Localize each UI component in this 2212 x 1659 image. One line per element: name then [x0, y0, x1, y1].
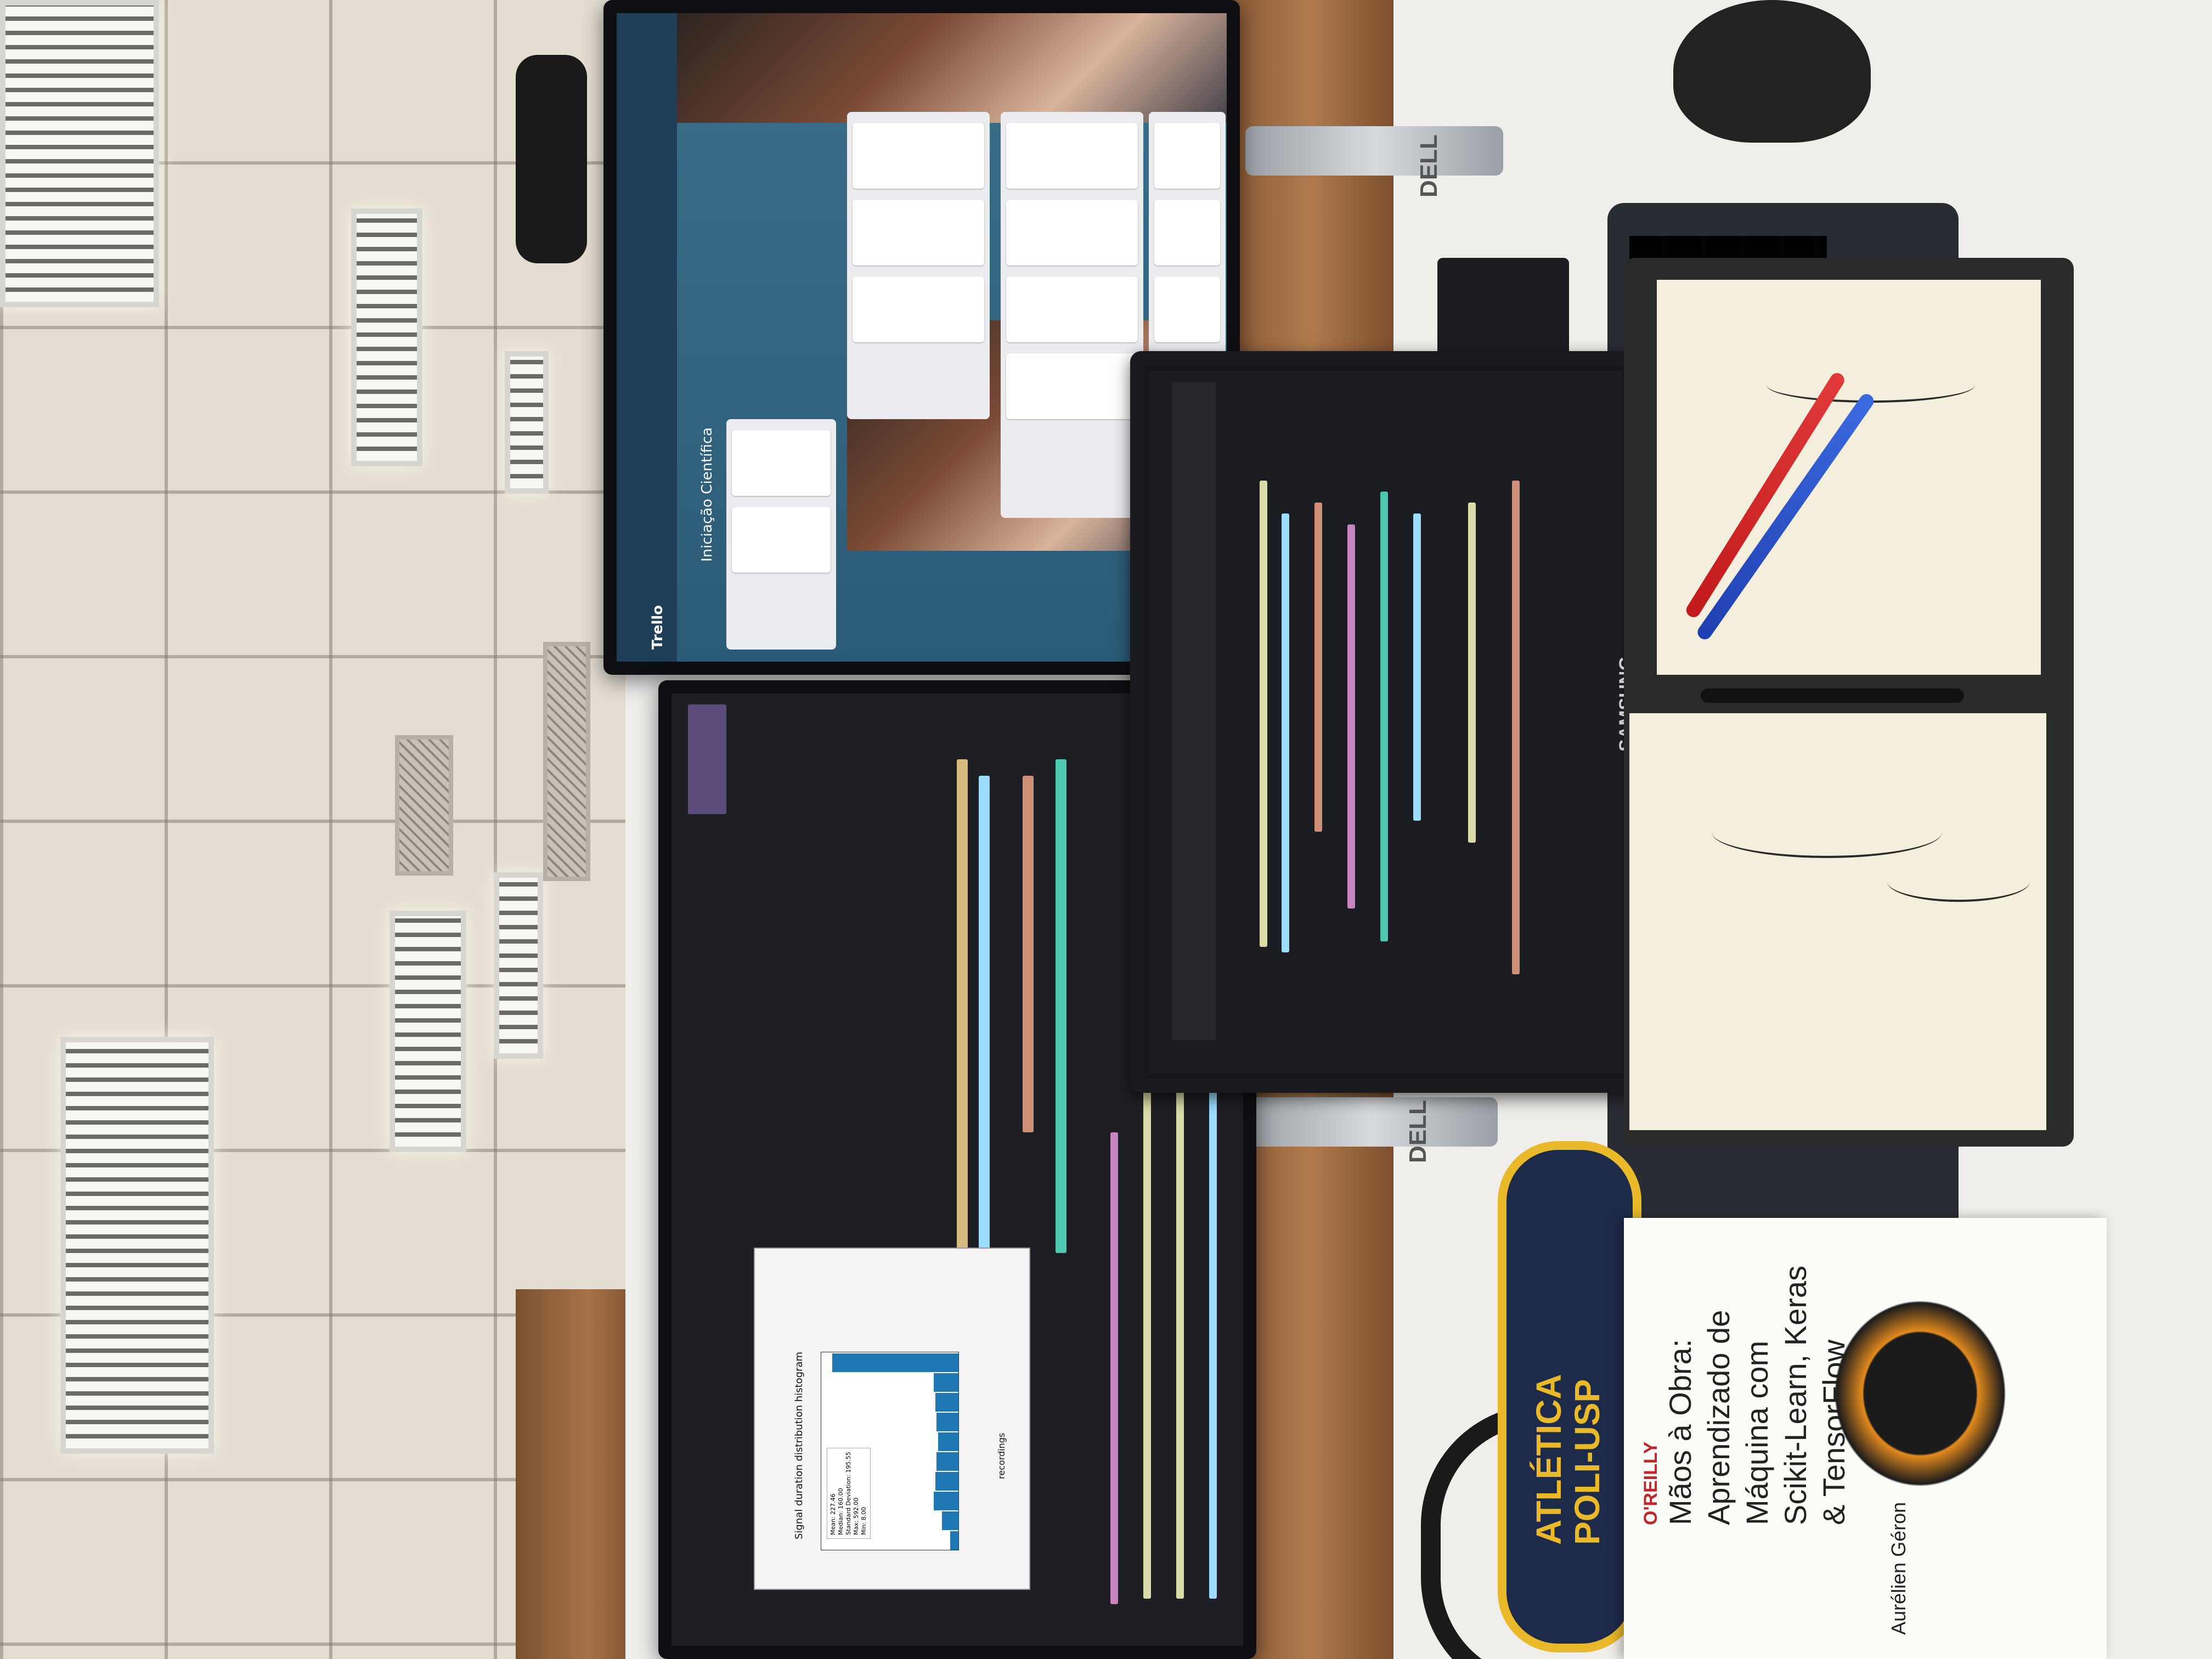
code-line	[1282, 514, 1289, 952]
histogram-bar	[942, 1511, 958, 1530]
card[interactable]	[732, 507, 831, 573]
list-column	[726, 419, 836, 650]
code-line	[1347, 524, 1355, 909]
histogram-bar	[934, 1492, 958, 1510]
book-title: Máquina com	[1740, 1340, 1774, 1525]
monitor-stand	[1245, 1097, 1498, 1147]
code-line	[688, 704, 726, 814]
black-pen	[1701, 689, 1964, 703]
ceiling-vent	[395, 735, 453, 876]
legend-line: Standard Deviation: 195.55	[845, 1452, 852, 1535]
card[interactable]	[1006, 123, 1138, 189]
book-title: Scikit-Learn, Keras	[1778, 1265, 1813, 1525]
code-line	[1512, 481, 1520, 974]
plot-rotated: Signal duration distribution histogram M…	[755, 1249, 1029, 1589]
list-column	[847, 112, 990, 419]
notebook-page	[1629, 713, 2046, 1130]
code-line	[1172, 382, 1216, 1040]
plot-legend: Mean: 227.46 Median: 160.00 Standard Dev…	[827, 1448, 871, 1539]
code-line	[1143, 1023, 1151, 1599]
ceiling-light	[351, 208, 422, 466]
book-title: Mãos à Obra:	[1663, 1339, 1697, 1525]
plot-area: Mean: 227.46 Median: 160.00 Standard Dev…	[821, 1352, 959, 1550]
ceiling-light	[390, 911, 466, 1152]
histogram-bar	[935, 1472, 958, 1491]
book-publisher: O'REILLY	[1640, 1441, 1661, 1525]
histogram-bar	[832, 1353, 958, 1372]
trello-sidebar	[617, 13, 677, 662]
ceiling-vent	[543, 642, 590, 881]
card[interactable]	[1154, 200, 1220, 266]
card[interactable]	[853, 276, 984, 342]
code-line	[1056, 759, 1066, 1253]
code-line	[1260, 481, 1267, 947]
code-line	[1468, 503, 1476, 843]
card[interactable]	[1006, 353, 1138, 419]
code-line	[1110, 1132, 1118, 1604]
card[interactable]	[732, 430, 831, 496]
histogram-bar	[935, 1393, 958, 1412]
code-line	[1413, 514, 1421, 821]
ceiling-light	[60, 1037, 214, 1454]
histogram-bar	[934, 1373, 958, 1392]
histogram-bar	[936, 1452, 958, 1471]
plot-title: Signal duration distribution histogram	[793, 1351, 805, 1539]
legend-line: Max: 592.00	[853, 1497, 860, 1535]
sketch-line	[1887, 861, 2030, 902]
histogram-bar	[936, 1413, 958, 1431]
board-title: Iniciação Científica	[699, 427, 715, 562]
list-column	[1001, 112, 1143, 518]
card[interactable]	[853, 200, 984, 266]
app-name: Trello	[650, 605, 666, 650]
code-line	[1023, 776, 1034, 1132]
plot-window[interactable]: Signal duration distribution histogram M…	[754, 1248, 1030, 1590]
card[interactable]	[1154, 276, 1220, 342]
card[interactable]	[1006, 200, 1138, 266]
pencil-case: ATLÉTICA POLI-USP	[1498, 1141, 1641, 1652]
legend-line: Mean: 227.46	[830, 1493, 837, 1535]
code-line	[979, 776, 990, 1269]
laptop-screen	[1130, 351, 1641, 1093]
ceiling-light	[505, 351, 549, 494]
pencil-case-text: ATLÉTICA	[1529, 1374, 1568, 1545]
pencil-case-text: POLI-USP	[1567, 1379, 1607, 1545]
code-line	[1380, 492, 1388, 941]
sketch-line	[1712, 806, 1942, 858]
plot-xlabel: recordings	[996, 1432, 1007, 1479]
card[interactable]	[1006, 276, 1138, 342]
legend-line: Min: 8.00	[860, 1506, 867, 1535]
histogram-bar	[950, 1531, 958, 1550]
book: O'REILLY Mãos à Obra: Aprendizado de Máq…	[1624, 1218, 2107, 1659]
ceiling-light	[494, 872, 543, 1059]
monitor-stand	[1245, 126, 1503, 176]
histogram-bar	[938, 1432, 958, 1451]
wallpaper	[677, 13, 1227, 123]
desk-scene: Iniciação Científica Trello Signal durat…	[0, 0, 2212, 1659]
dell-logo: DELL	[1404, 1100, 1431, 1163]
code-line	[1314, 503, 1322, 832]
book-title: Aprendizado de	[1701, 1310, 1736, 1525]
card[interactable]	[853, 123, 984, 189]
mouse	[1673, 0, 1871, 143]
legend-line: Median: 160.00	[837, 1488, 844, 1535]
laptop-display	[1150, 371, 1622, 1073]
salamander-illustration	[1832, 1251, 2052, 1536]
ceiling-light	[0, 0, 159, 307]
webcam	[516, 55, 587, 263]
card[interactable]	[1154, 123, 1220, 189]
book-author: Aurélien Géron	[1887, 1502, 1910, 1635]
dell-logo: DELL	[1415, 134, 1442, 198]
